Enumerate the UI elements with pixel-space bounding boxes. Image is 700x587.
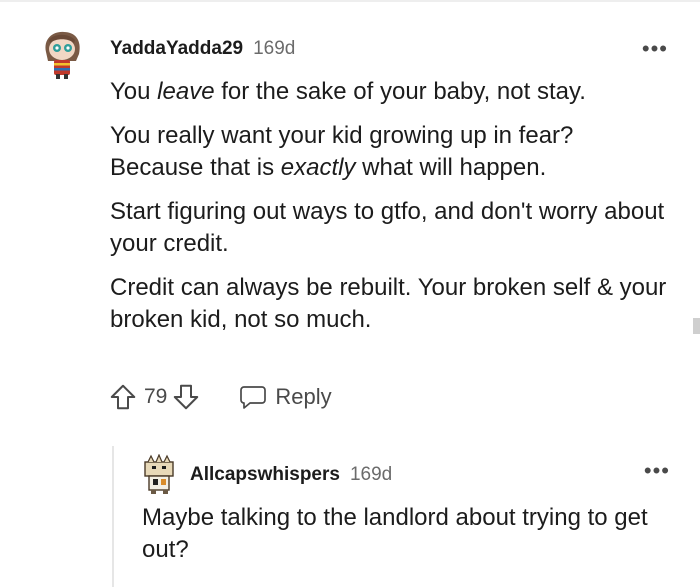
reply-label: Reply	[275, 384, 332, 409]
comment-age: 169d	[253, 38, 296, 59]
upvote-icon[interactable]	[108, 382, 138, 412]
comment-header: YaddaYadda29 169d	[110, 38, 295, 60]
comment-paragraph: Start figuring out ways to gtfo, and don…	[110, 198, 665, 257]
more-options-icon[interactable]: •••	[642, 38, 668, 60]
speech-bubble-icon	[240, 386, 267, 409]
top-divider	[0, 0, 700, 2]
reply-header: Allcapswhispers 169d	[190, 464, 392, 486]
reply-text: Maybe talking to the landlord about tryi…	[142, 504, 648, 563]
reply-button[interactable]: Reply	[239, 384, 332, 410]
comment-paragraph: You leave for the sake of your baby, not…	[110, 78, 586, 105]
vote-controls: 79	[108, 382, 201, 412]
reply-more-options-icon[interactable]: •••	[644, 460, 670, 482]
comment-actions: 79 Reply	[108, 382, 332, 412]
vote-score: 79	[144, 385, 168, 408]
comment-paragraph: You really want your kid growing up in f…	[110, 122, 574, 181]
reply-username[interactable]: Allcapswhispers	[190, 464, 340, 486]
comment-paragraph: Credit can always be rebuilt. Your broke…	[110, 274, 667, 333]
reply-user-avatar[interactable]	[142, 454, 178, 494]
comment-body: You leave for the sake of your baby, not…	[110, 76, 670, 348]
user-avatar[interactable]	[38, 28, 86, 80]
reply-body: Maybe talking to the landlord about tryi…	[142, 502, 662, 566]
thread-line[interactable]	[112, 446, 114, 587]
comment-username[interactable]: YaddaYadda29	[110, 38, 243, 60]
reply-age: 169d	[349, 464, 393, 485]
scrollbar-thumb[interactable]	[693, 318, 700, 334]
downvote-icon[interactable]	[171, 382, 201, 412]
